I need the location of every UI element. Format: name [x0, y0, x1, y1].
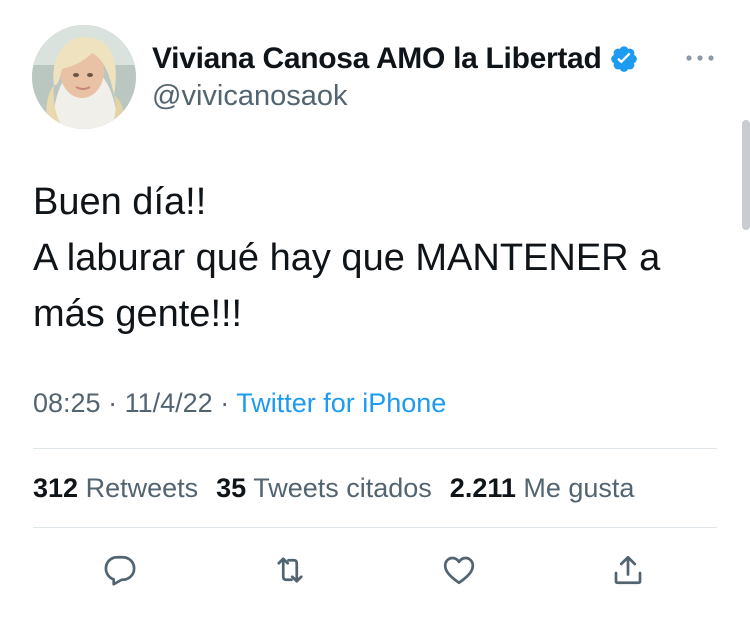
tweet-text-line: Buen día!! — [33, 181, 207, 223]
retweets-stat[interactable]: 312 Retweets — [33, 473, 198, 504]
share-icon — [614, 555, 642, 585]
retweet-icon — [277, 557, 303, 583]
heart-icon — [443, 556, 475, 585]
tweet-text: Buen día!! A laburar qué hay que MANTENE… — [33, 174, 733, 342]
verified-badge-icon — [609, 44, 639, 74]
tweet-text-line: A laburar qué hay que MANTENER a — [33, 237, 661, 279]
tweet-text-line: más gente!!! — [33, 293, 243, 335]
quotes-stat[interactable]: 35 Tweets citados — [216, 473, 432, 504]
tweet-date[interactable]: 11/4/22 — [125, 388, 213, 418]
divider — [33, 448, 717, 449]
quotes-count: 35 — [216, 473, 247, 503]
retweets-label: Retweets — [85, 473, 199, 503]
avatar[interactable] — [32, 25, 136, 129]
retweet-button[interactable] — [270, 550, 310, 590]
quotes-label: Tweets citados — [253, 473, 432, 503]
display-name[interactable]: Viviana Canosa AMO la Libertad — [152, 42, 602, 76]
retweets-count: 312 — [33, 473, 79, 503]
reply-button[interactable] — [100, 550, 140, 590]
tweet-source-link[interactable]: Twitter for iPhone — [236, 388, 446, 418]
likes-label: Me gusta — [523, 473, 635, 503]
tweet-stats: 312 Retweets 35 Tweets citados 2.211 Me … — [33, 473, 652, 504]
meta-separator: · — [108, 388, 118, 418]
likes-stat[interactable]: 2.211 Me gusta — [450, 473, 635, 504]
display-name-row: Viviana Canosa AMO la Libertad — [152, 40, 639, 78]
likes-count: 2.211 — [449, 473, 516, 503]
user-handle[interactable]: @vivicanosaok — [152, 80, 347, 113]
tweet-meta: 08:25 · 11/4/22 · Twitter for iPhone — [33, 388, 446, 419]
reply-icon — [104, 555, 136, 586]
scrollbar[interactable] — [742, 120, 750, 230]
share-button[interactable] — [608, 550, 648, 590]
divider — [33, 527, 717, 528]
meta-separator: · — [220, 388, 230, 418]
like-button[interactable] — [439, 550, 479, 590]
tweet-time[interactable]: 08:25 — [33, 388, 101, 418]
more-horizontal-icon[interactable] — [683, 46, 717, 70]
